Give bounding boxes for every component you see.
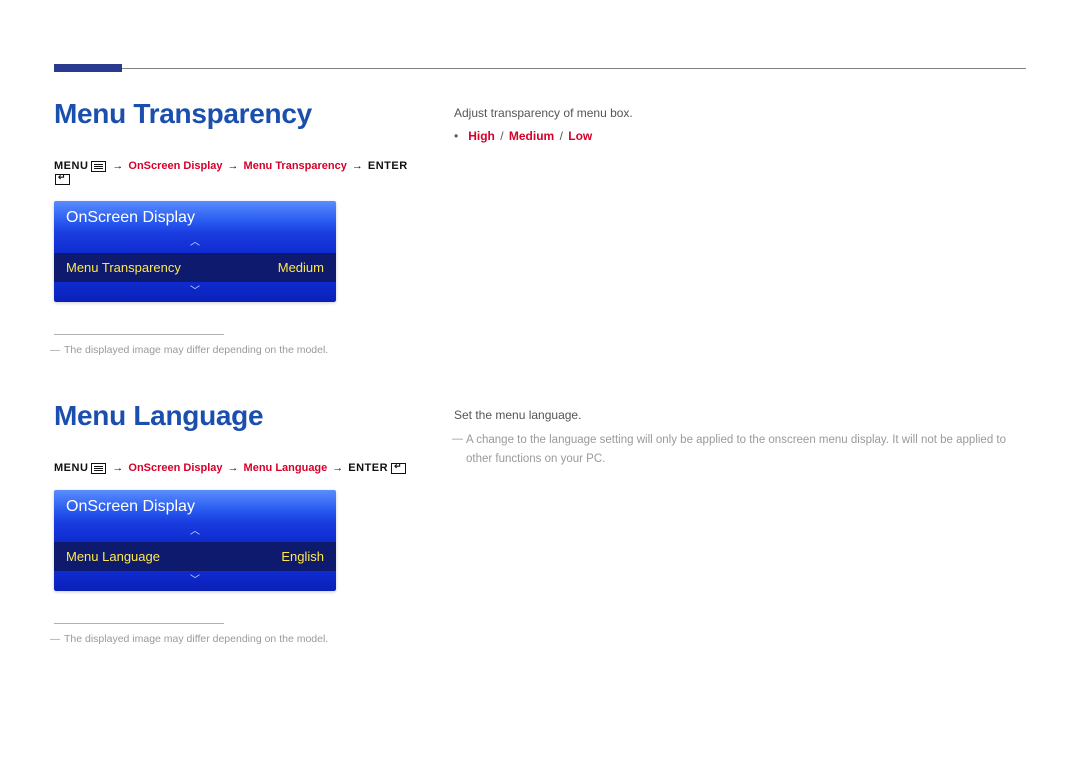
footnote-divider bbox=[54, 623, 224, 624]
breadcrumb-enter-label: ENTER bbox=[348, 462, 388, 474]
breadcrumb-onscreen-display: OnScreen Display bbox=[128, 160, 222, 172]
arrow-icon: → bbox=[109, 462, 126, 474]
osd-title: OnScreen Display bbox=[54, 201, 336, 233]
osd-item-menu-transparency[interactable]: Menu Transparency Medium bbox=[54, 253, 336, 282]
breadcrumb-menu-label: MENU bbox=[54, 462, 88, 474]
osd-item-value: English bbox=[281, 549, 324, 564]
osd-item-label: Menu Transparency bbox=[66, 260, 181, 275]
description-language: Set the menu language. bbox=[454, 406, 1026, 425]
osd-title: OnScreen Display bbox=[54, 490, 336, 522]
description-transparency: Adjust transparency of menu box. bbox=[454, 104, 1026, 123]
osd-panel-transparency: OnScreen Display ︿ Menu Transparency Med… bbox=[54, 201, 336, 302]
option-low: Low bbox=[568, 129, 592, 143]
breadcrumb-menu-transparency: Menu Transparency bbox=[244, 160, 347, 172]
bullet-icon: • bbox=[454, 129, 458, 143]
options-line: • High / Medium / Low bbox=[454, 129, 1026, 143]
heading-menu-language: Menu Language bbox=[54, 400, 424, 432]
arrow-icon: → bbox=[329, 462, 346, 474]
section-menu-language-right: Set the menu language. A change to the l… bbox=[454, 406, 1026, 468]
breadcrumb-menu-transparency: MENU → OnScreen Display → Menu Transpare… bbox=[54, 160, 424, 185]
heading-menu-transparency: Menu Transparency bbox=[54, 98, 424, 130]
section-menu-transparency-right: Adjust transparency of menu box. • High … bbox=[454, 104, 1026, 143]
chevron-up-icon[interactable]: ︿ bbox=[54, 522, 336, 542]
section-menu-language-left: Menu Language MENU → OnScreen Display → … bbox=[54, 400, 424, 648]
menu-icon bbox=[91, 463, 106, 474]
section-tab-marker bbox=[54, 64, 122, 72]
footnote-divider bbox=[54, 334, 224, 335]
enter-icon bbox=[391, 463, 406, 474]
osd-item-menu-language[interactable]: Menu Language English bbox=[54, 542, 336, 571]
arrow-icon: → bbox=[349, 160, 366, 172]
section-menu-transparency-left: Menu Transparency MENU → OnScreen Displa… bbox=[54, 98, 424, 359]
osd-item-value: Medium bbox=[278, 260, 324, 275]
breadcrumb-menu-language: MENU → OnScreen Display → Menu Language … bbox=[54, 462, 424, 474]
footnote-text: The displayed image may differ depending… bbox=[54, 632, 424, 648]
breadcrumb-menu-language: Menu Language bbox=[244, 462, 328, 474]
breadcrumb-enter-label: ENTER bbox=[368, 160, 408, 172]
osd-panel-language: OnScreen Display ︿ Menu Language English… bbox=[54, 490, 336, 591]
osd-item-label: Menu Language bbox=[66, 549, 160, 564]
breadcrumb-onscreen-display: OnScreen Display bbox=[128, 462, 222, 474]
option-high: High bbox=[468, 129, 495, 143]
enter-icon bbox=[55, 174, 70, 185]
chevron-down-icon[interactable]: ﹀ bbox=[54, 571, 336, 591]
breadcrumb-menu-label: MENU bbox=[54, 160, 88, 172]
arrow-icon: → bbox=[109, 160, 126, 172]
arrow-icon: → bbox=[225, 462, 242, 474]
chevron-down-icon[interactable]: ﹀ bbox=[54, 282, 336, 302]
menu-icon bbox=[91, 161, 106, 172]
language-note: A change to the language setting will on… bbox=[454, 431, 1026, 468]
option-medium: Medium bbox=[509, 129, 554, 143]
options-values: High / Medium / Low bbox=[468, 129, 592, 143]
top-divider bbox=[54, 68, 1026, 69]
chevron-up-icon[interactable]: ︿ bbox=[54, 233, 336, 253]
arrow-icon: → bbox=[225, 160, 242, 172]
footnote-text: The displayed image may differ depending… bbox=[54, 343, 424, 359]
